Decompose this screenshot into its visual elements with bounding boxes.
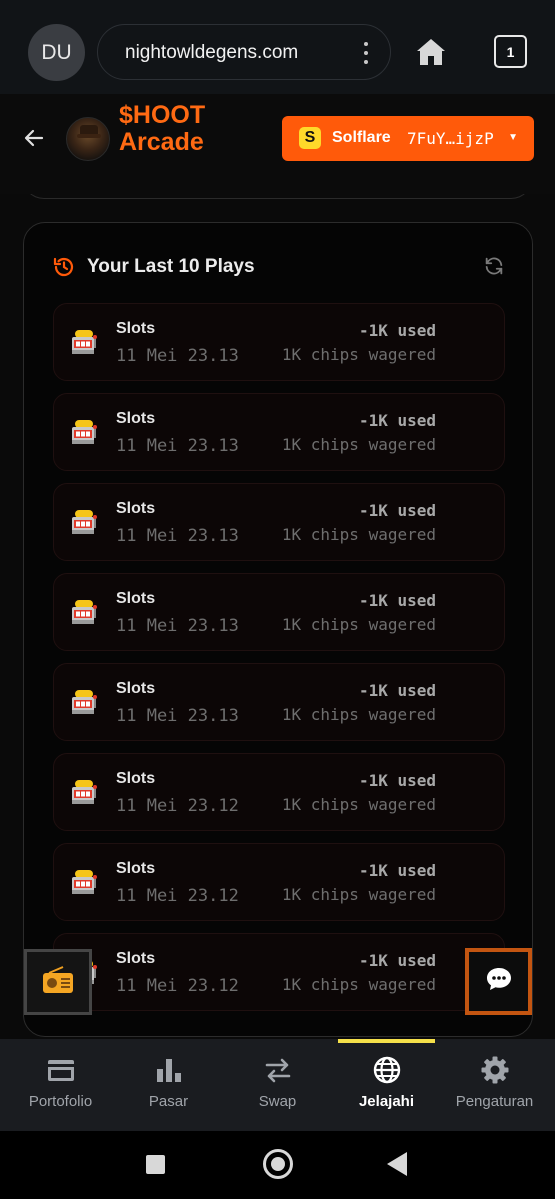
chat-bubble-icon: [485, 966, 513, 997]
swap-arrows-icon: [263, 1055, 293, 1085]
system-home-icon[interactable]: [263, 1149, 293, 1179]
app-header: $HOOT Arcade S Solflare 7FuY…ijzP ▼: [0, 94, 555, 194]
brand-line-2: Arcade: [119, 128, 204, 156]
play-game: Slots: [116, 590, 156, 607]
brand-line-1: $HOOT: [119, 101, 206, 129]
address-bar[interactable]: nightowldegens.com: [97, 24, 391, 80]
play-game: Slots: [116, 950, 156, 967]
play-used: -1K used: [358, 951, 436, 970]
browser-toolbar: DU nightowldegens.com 1: [0, 0, 555, 94]
system-navigation: [0, 1131, 555, 1199]
profile-avatar[interactable]: DU: [28, 24, 85, 81]
wallet-address: 7FuY…ijzP: [407, 129, 494, 148]
play-game: Slots: [116, 410, 156, 427]
chat-button[interactable]: [465, 948, 532, 1015]
slot-machine-icon: [69, 418, 99, 448]
home-icon[interactable]: [414, 36, 448, 68]
play-wagered: 1K chips wagered: [281, 345, 436, 364]
play-used: -1K used: [358, 501, 436, 520]
play-wagered: 1K chips wagered: [281, 435, 436, 454]
play-wagered: 1K chips wagered: [281, 885, 436, 904]
slot-machine-icon: [69, 328, 99, 358]
play-row: Slots 11 Mei 23.13 -1K used 1K chips wagere…: [53, 303, 505, 381]
play-used: -1K used: [358, 681, 436, 700]
play-wagered: 1K chips wagered: [281, 795, 436, 814]
play-row: Slots 11 Mei 23.12 -1K used 1K chips wagere…: [53, 933, 505, 1011]
radio-button[interactable]: [24, 949, 92, 1015]
gear-icon: [480, 1055, 510, 1085]
bottom-navigation: Portofolio Pasar Swap Jelajahi Pengatura…: [0, 1039, 555, 1131]
solflare-icon: S: [299, 127, 321, 149]
slot-machine-icon: [69, 778, 99, 808]
slot-machine-icon: [69, 508, 99, 538]
play-row: Slots 11 Mei 23.13 -1K used 1K chips wagere…: [53, 663, 505, 741]
slot-machine-icon: [69, 688, 99, 718]
refresh-icon[interactable]: [483, 255, 505, 277]
chevron-down-icon: ▼: [508, 132, 518, 143]
history-icon: [52, 255, 76, 279]
page-menu-icon[interactable]: [362, 42, 370, 64]
play-date: 11 Mei 23.12: [116, 796, 239, 816]
play-wagered: 1K chips wagered: [281, 705, 436, 724]
play-wagered: 1K chips wagered: [281, 615, 436, 634]
play-game: Slots: [116, 500, 156, 517]
card-title: Your Last 10 Plays: [87, 256, 255, 277]
nav-item-pasar[interactable]: Pasar: [113, 1039, 224, 1131]
play-used: -1K used: [358, 771, 436, 790]
nav-label: Portofolio: [28, 1093, 93, 1110]
back-arrow-icon[interactable]: [22, 126, 46, 150]
play-game: Slots: [116, 770, 156, 787]
last-plays-card: Your Last 10 Plays Slots 11 Mei 23.13 -1K …: [23, 222, 533, 1037]
play-row: Slots 11 Mei 23.12 -1K used 1K chips wagere…: [53, 753, 505, 831]
play-used: -1K used: [358, 411, 436, 430]
brand-title: $HOOT Arcade: [119, 102, 205, 156]
play-row: Slots 11 Mei 23.13 -1K used 1K chips wagere…: [53, 573, 505, 651]
nav-label: Pengaturan: [455, 1093, 534, 1110]
nav-label: Jelajahi: [358, 1093, 415, 1110]
system-back-icon[interactable]: [387, 1152, 407, 1176]
nav-item-swap[interactable]: Swap: [222, 1039, 333, 1131]
nav-item-portofolio[interactable]: Portofolio: [5, 1039, 116, 1131]
tab-switcher-button[interactable]: 1: [494, 35, 527, 68]
play-row: Slots 11 Mei 23.13 -1K used 1K chips wagere…: [53, 483, 505, 561]
url-text: nightowldegens.com: [125, 42, 299, 63]
play-game: Slots: [116, 320, 156, 337]
play-game: Slots: [116, 680, 156, 697]
play-wagered: 1K chips wagered: [281, 525, 436, 544]
play-row: Slots 11 Mei 23.13 -1K used 1K chips wagere…: [53, 393, 505, 471]
slot-machine-icon: [69, 598, 99, 628]
play-wagered: 1K chips wagered: [281, 975, 436, 994]
nav-label: Pasar: [148, 1093, 189, 1110]
wallet-icon: [46, 1055, 76, 1085]
play-date: 11 Mei 23.13: [116, 526, 239, 546]
play-date: 11 Mei 23.13: [116, 706, 239, 726]
wallet-name: Solflare: [332, 129, 391, 146]
globe-icon: [372, 1055, 402, 1085]
play-date: 11 Mei 23.13: [116, 346, 239, 366]
radio-icon: [41, 965, 75, 1000]
play-used: -1K used: [358, 591, 436, 610]
play-game: Slots: [116, 860, 156, 877]
play-date: 11 Mei 23.13: [116, 436, 239, 456]
play-date: 11 Mei 23.12: [116, 976, 239, 996]
play-date: 11 Mei 23.12: [116, 886, 239, 906]
nav-label: Swap: [258, 1093, 297, 1110]
nav-item-jelajahi[interactable]: Jelajahi: [331, 1039, 442, 1131]
slot-machine-icon: [69, 868, 99, 898]
wallet-button[interactable]: S Solflare 7FuY…ijzP ▼: [282, 116, 534, 161]
owl-logo: [66, 117, 110, 161]
bar-chart-icon: [154, 1055, 184, 1085]
play-used: -1K used: [358, 321, 436, 340]
nav-item-pengaturan[interactable]: Pengaturan: [439, 1039, 550, 1131]
play-date: 11 Mei 23.13: [116, 616, 239, 636]
play-used: -1K used: [358, 861, 436, 880]
play-row: Slots 11 Mei 23.12 -1K used 1K chips wagere…: [53, 843, 505, 921]
recent-apps-icon[interactable]: [146, 1155, 165, 1174]
